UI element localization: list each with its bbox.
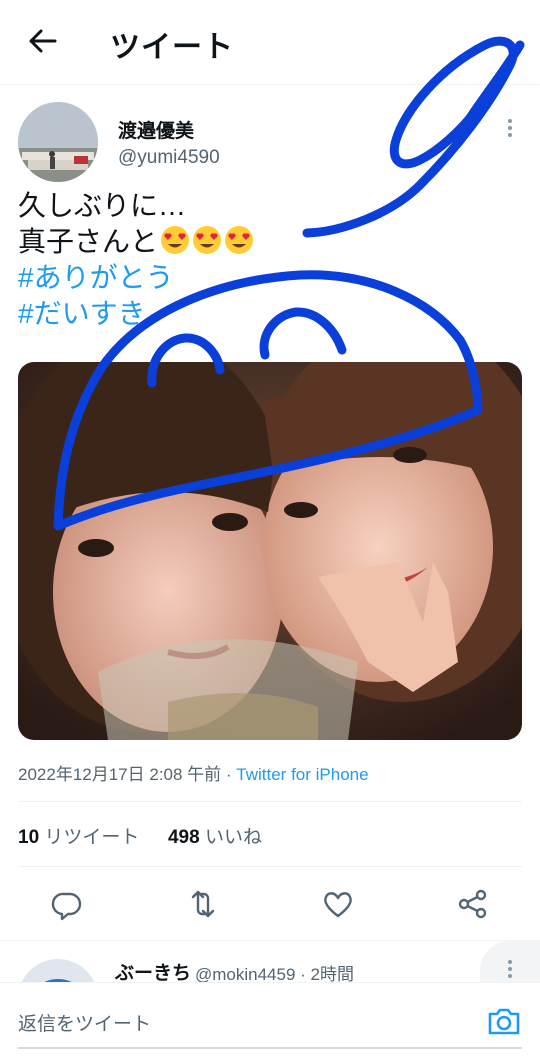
tweet-line-2: 真子さんと xyxy=(18,224,518,260)
retweet-icon[interactable] xyxy=(185,886,221,922)
share-icon[interactable] xyxy=(455,886,491,922)
camera-icon[interactable] xyxy=(486,1003,522,1039)
author-avatar[interactable] xyxy=(18,102,98,182)
reply-author-name[interactable]: ぶーきち xyxy=(115,958,191,985)
tweet-source-link[interactable]: Twitter for iPhone xyxy=(236,765,368,784)
heart-eyes-emoji-icon xyxy=(161,226,190,254)
likes-stat[interactable]: 498 いいね xyxy=(168,827,262,848)
reply-compose-bar: 返信をツイート xyxy=(0,982,540,1058)
back-arrow-icon[interactable] xyxy=(26,24,60,58)
tweet-photo[interactable] xyxy=(18,362,522,740)
retweets-stat[interactable]: 10 リツイート xyxy=(18,827,139,848)
tweet-line-2-text: 真子さんと xyxy=(18,226,159,257)
meta-separator: · xyxy=(221,765,237,784)
tweet-stats: 10 リツイート 498 いいね xyxy=(18,822,262,849)
heart-eyes-emoji-icon xyxy=(225,226,254,254)
likes-count: 498 xyxy=(167,827,200,848)
hashtag-link[interactable]: #だいすき xyxy=(18,296,518,332)
tweet-line-1: 久しぶりに… xyxy=(18,190,187,221)
divider xyxy=(18,866,522,867)
tweet-meta: 2022年12月17日 2:08 午前 · Twitter for iPhone xyxy=(18,760,369,785)
divider xyxy=(18,801,522,802)
heart-eyes-emoji-icon xyxy=(193,226,222,254)
retweets-label: リツイート xyxy=(39,827,140,848)
more-options-icon[interactable] xyxy=(500,116,520,140)
author-name[interactable]: 渡邉優美 xyxy=(118,116,194,143)
tweet-text: 久しぶりに… 真子さんと #ありがとう #だいすき xyxy=(18,188,518,332)
author-handle[interactable]: @yumi4590 xyxy=(118,147,220,169)
reply-input-underline xyxy=(18,1047,522,1049)
like-icon[interactable] xyxy=(320,886,356,922)
hashtag-link[interactable]: #ありがとう xyxy=(18,260,518,296)
tweet-timestamp[interactable]: 2022年12月17日 2:08 午前 xyxy=(18,765,221,784)
more-options-icon xyxy=(508,960,512,978)
top-bar: ツイート xyxy=(0,0,540,85)
retweets-count: 10 xyxy=(18,827,40,848)
reply-input[interactable]: 返信をツイート xyxy=(18,1009,151,1036)
likes-label: いいね xyxy=(199,827,262,848)
page-title: ツイート xyxy=(110,31,234,64)
reply-icon[interactable] xyxy=(49,886,85,922)
